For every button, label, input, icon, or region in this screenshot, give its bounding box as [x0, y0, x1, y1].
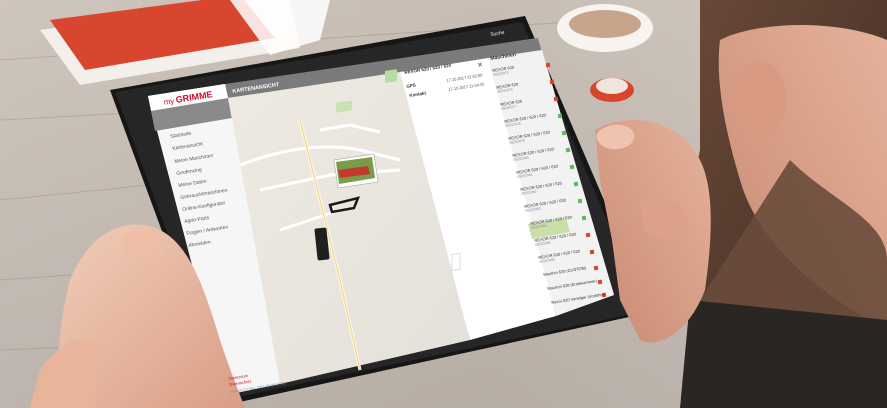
machine-photo-popup[interactable] [333, 153, 379, 189]
man-figure [680, 0, 887, 408]
zoom-controls[interactable] [451, 253, 461, 271]
photo-scene: × [0, 0, 887, 408]
scene-svg: × [0, 0, 887, 408]
